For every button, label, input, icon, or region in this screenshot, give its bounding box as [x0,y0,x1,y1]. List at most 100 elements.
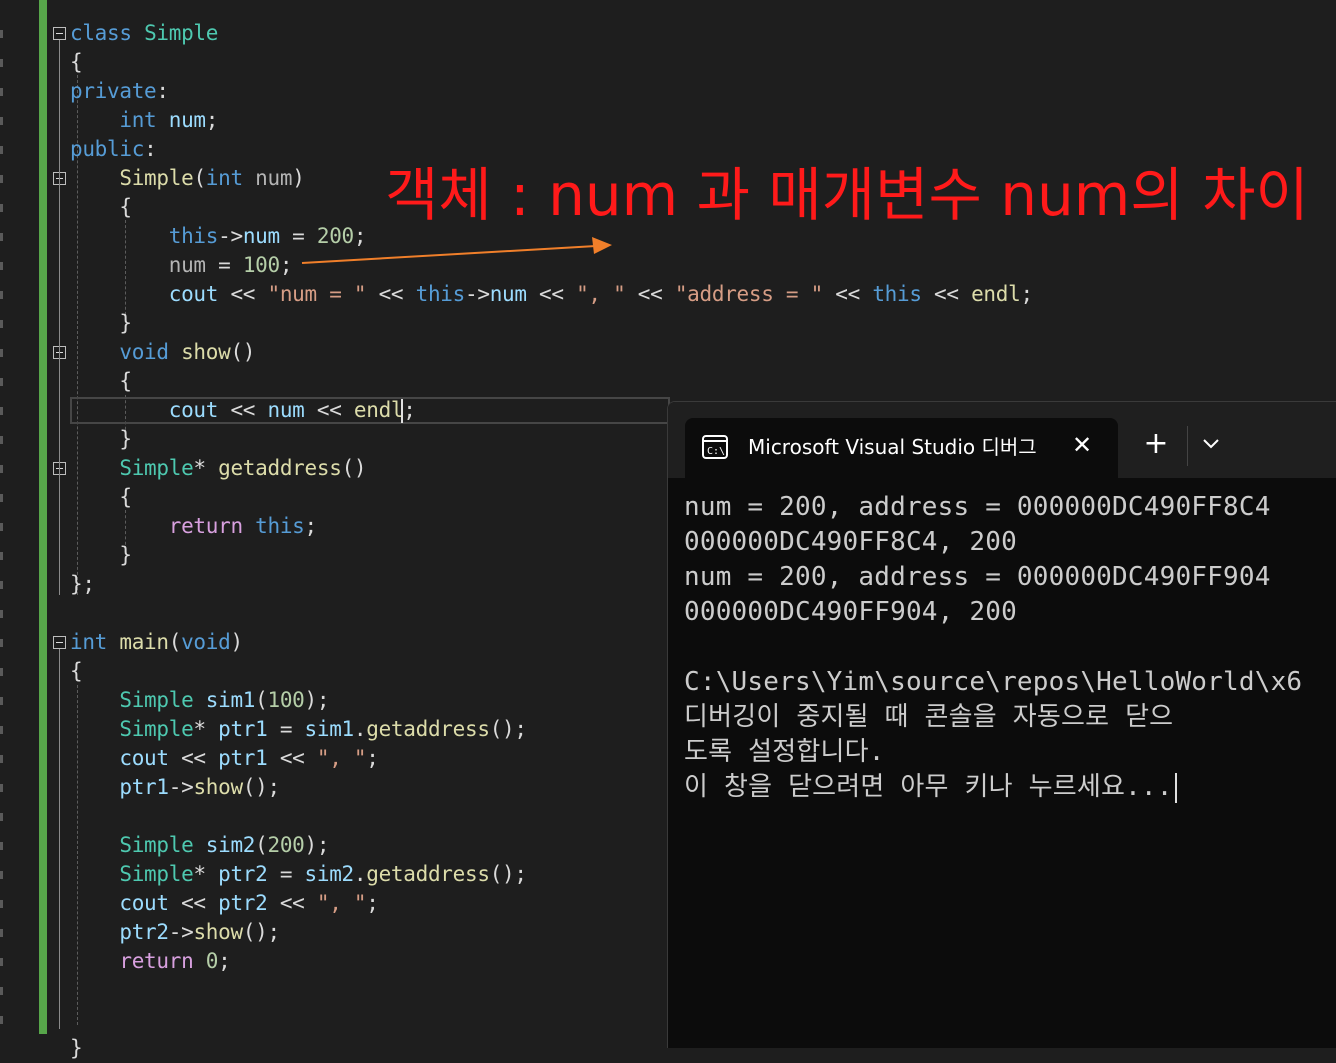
margin-marker [0,88,3,96]
code-token: cout [168,282,219,306]
margin-marker [0,581,3,589]
code-token: ; [366,746,379,770]
code-token: 0 [205,949,219,973]
code-token: this [872,282,922,306]
code-token: return [119,949,194,973]
code-token: ; [1020,282,1033,306]
code-token: void [119,340,169,364]
code-token: sim2 [304,862,355,886]
code-token: << [168,891,219,915]
code-token: ; [218,949,231,973]
code-token: return [168,514,243,538]
code-token: this [415,282,466,306]
terminal-tab[interactable]: C:\ Microsoft Visual Studio 디버그 ✕ [685,418,1118,478]
terminal-output-line: num = 200, address = 000000DC490FF904 [684,562,1271,592]
code-line: }; [70,570,95,599]
code-token: show [193,775,243,799]
code-token: -> [168,920,194,944]
code-line: } [70,425,132,454]
annotation-arrow [301,237,612,264]
code-token: this [255,514,305,538]
text-caret [401,399,403,423]
margin-marker [0,610,3,618]
code-token: = [267,862,305,886]
code-token: : [156,79,169,103]
code-token: { [70,50,83,74]
code-token: (); [489,862,527,886]
code-token: cout [119,746,169,770]
code-token: Simple [144,21,219,45]
code-token: Simple [119,456,194,480]
terminal-output-line: 이 창을 닫으려면 아무 키나 누르세요... [684,770,1336,805]
code-token: Simple [119,862,194,886]
code-line: } [70,541,132,570]
margin-marker [0,291,3,299]
code-token: ; [403,398,416,422]
code-token: int [70,630,108,654]
code-token: 100 [242,253,280,277]
code-token: ptr1 [218,717,268,741]
code-token: ptr2 [119,920,169,944]
code-token: public [70,137,145,161]
code-line: cout << ptr1 << ", "; [70,744,379,773]
code-token: ; [366,891,379,915]
code-token: ( [255,833,268,857]
code-line: } [70,1034,83,1063]
margin-marker [0,958,3,966]
code-token: << [822,282,873,306]
code-token: -> [218,224,243,248]
code-token: 200 [267,833,305,857]
code-token: (); [242,920,280,944]
code-token: ptr1 [119,775,169,799]
code-token: ", " [316,746,367,770]
code-token: sim1 [304,717,355,741]
close-tab-button[interactable]: ✕ [1067,430,1097,460]
terminal-cursor [1174,772,1177,803]
margin-marker [0,929,3,937]
code-line: cout << ptr2 << ", "; [70,889,379,918]
terminal-tab-bar: C:\ Microsoft Visual Studio 디버그 ✕ + [668,402,1336,478]
code-token: { [70,659,83,683]
code-token: ) [292,166,305,190]
code-token: ) [230,630,243,654]
code-token: -> [168,775,194,799]
code-line: num = 100; [70,251,293,280]
code-line: Simple* ptr2 = sim2.getaddress(); [70,860,527,889]
chevron-down-icon[interactable] [1199,434,1223,454]
margin-marker [0,146,3,154]
collapse-main-icon[interactable] [53,636,66,649]
code-token: num [168,108,206,132]
code-token: 100 [267,688,305,712]
margin-marker [0,494,3,502]
code-token: << [366,282,416,306]
tab-separator [1187,426,1188,466]
code-token: = [267,717,305,741]
collapse-class-icon[interactable] [53,27,66,40]
margin-marker [0,552,3,560]
code-token: show [181,340,231,364]
code-token: * [193,717,219,741]
debug-console-window[interactable]: C:\ Microsoft Visual Studio 디버그 ✕ + num … [667,401,1336,1048]
new-tab-button[interactable]: + [1140,428,1172,460]
code-token: main [119,630,169,654]
margin-marker [0,59,3,67]
code-token: ; [205,108,219,132]
code-token: () [341,456,367,480]
terminal-output-line: num = 200, address = 000000DC490FF8C4 [684,492,1271,522]
margin-marker [0,436,3,444]
margin-marker [0,378,3,386]
code-token: ", " [316,891,367,915]
code-token: (); [489,717,527,741]
margin-marker [0,465,3,473]
code-line: ptr2->show(); [70,918,280,947]
code-token: () [230,340,256,364]
code-line: ptr1->show(); [70,773,280,802]
